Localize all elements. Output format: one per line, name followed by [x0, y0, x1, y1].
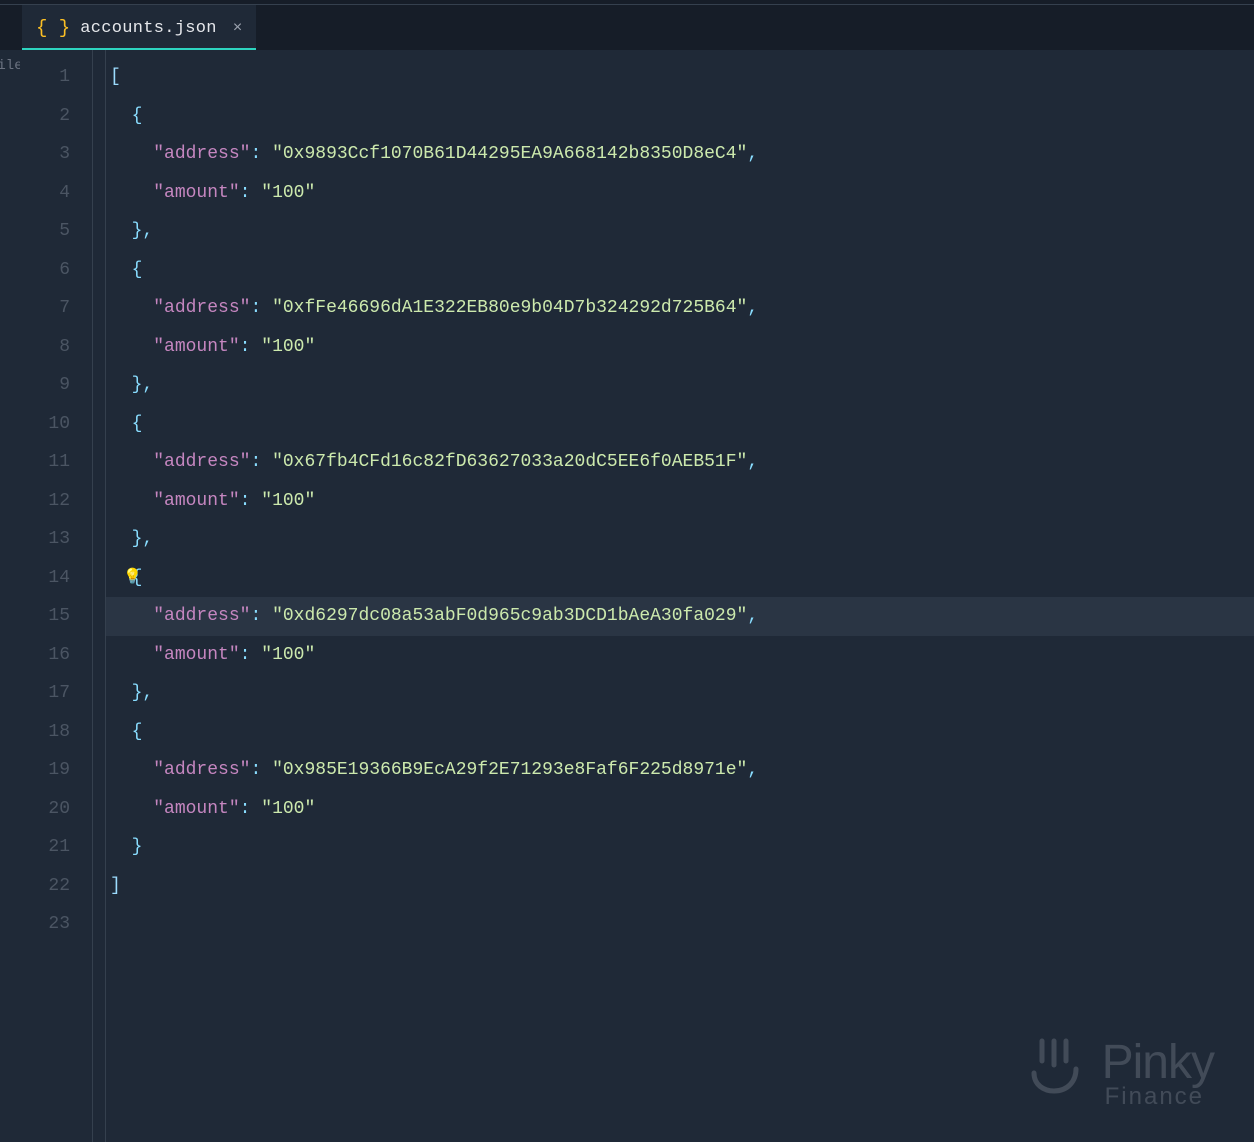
line-number: 20 [20, 790, 70, 829]
line-number: 23 [20, 905, 70, 944]
line-number: 5 [20, 212, 70, 251]
line-number: 13 [20, 520, 70, 559]
line-number: 3 [20, 135, 70, 174]
code-line[interactable]: }, [106, 212, 1254, 251]
editor-area: ile 123456789101112131415161718192021222… [0, 50, 1254, 1142]
close-icon[interactable]: × [233, 19, 243, 37]
line-number: 16 [20, 636, 70, 675]
code-line[interactable]: } [106, 828, 1254, 867]
code-line[interactable]: "address": "0x67fb4CFd16c82fD63627033a20… [106, 443, 1254, 482]
line-number: 7 [20, 289, 70, 328]
code-line[interactable]: "address": "0xd6297dc08a53abF0d965c9ab3D… [106, 597, 1254, 636]
code-line[interactable]: "amount": "100" [106, 328, 1254, 367]
line-number: 19 [20, 751, 70, 790]
tab-accounts-json[interactable]: { } accounts.json × [22, 5, 256, 50]
tab-filename: accounts.json [80, 19, 217, 38]
line-number-gutter: 1234567891011121314151617181920212223 [20, 50, 92, 1142]
watermark-logo-icon [1026, 1033, 1090, 1114]
code-line[interactable]: [ [106, 58, 1254, 97]
line-number: 21 [20, 828, 70, 867]
line-number: 17 [20, 674, 70, 713]
code-line[interactable]: }, [106, 520, 1254, 559]
sidebar-sliver: ile [0, 50, 20, 1142]
editor-left-border [92, 50, 106, 1142]
code-line[interactable] [106, 905, 1254, 944]
json-file-icon: { } [36, 17, 70, 39]
watermark: Pinky Finance [1026, 1033, 1214, 1114]
line-number: 4 [20, 174, 70, 213]
code-line[interactable]: { [106, 405, 1254, 444]
code-line[interactable]: ] [106, 867, 1254, 906]
line-number: 1 [20, 58, 70, 97]
code-line[interactable]: "amount": "100" [106, 636, 1254, 675]
code-line[interactable]: "address": "0x9893Ccf1070B61D44295EA9A66… [106, 135, 1254, 174]
line-number: 11 [20, 443, 70, 482]
code-line[interactable]: "amount": "100" [106, 174, 1254, 213]
code-line[interactable]: "address": "0xfFe46696dA1E322EB80e9b04D7… [106, 289, 1254, 328]
line-number: 8 [20, 328, 70, 367]
watermark-subtitle: Finance [1102, 1085, 1214, 1109]
line-number: 9 [20, 366, 70, 405]
watermark-brand: Pinky [1102, 1039, 1214, 1087]
code-line[interactable]: { [106, 713, 1254, 752]
code-line[interactable]: 💡 { [106, 559, 1254, 598]
code-line[interactable]: }, [106, 674, 1254, 713]
line-number: 22 [20, 867, 70, 906]
line-number: 14 [20, 559, 70, 598]
line-number: 12 [20, 482, 70, 521]
lightbulb-icon[interactable]: 💡 [123, 559, 142, 598]
line-number: 2 [20, 97, 70, 136]
code-line[interactable]: { [106, 97, 1254, 136]
code-line[interactable]: { [106, 251, 1254, 290]
code-line[interactable]: "amount": "100" [106, 482, 1254, 521]
line-number: 18 [20, 713, 70, 752]
code-content[interactable]: [ { "address": "0x9893Ccf1070B61D44295EA… [106, 50, 1254, 1142]
line-number: 10 [20, 405, 70, 444]
line-number: 6 [20, 251, 70, 290]
code-line[interactable]: "address": "0x985E19366B9EcA29f2E71293e8… [106, 751, 1254, 790]
code-line[interactable]: "amount": "100" [106, 790, 1254, 829]
tab-bar: { } accounts.json × [0, 5, 1254, 50]
watermark-text: Pinky Finance [1102, 1039, 1214, 1109]
line-number: 15 [20, 597, 70, 636]
code-line[interactable]: }, [106, 366, 1254, 405]
